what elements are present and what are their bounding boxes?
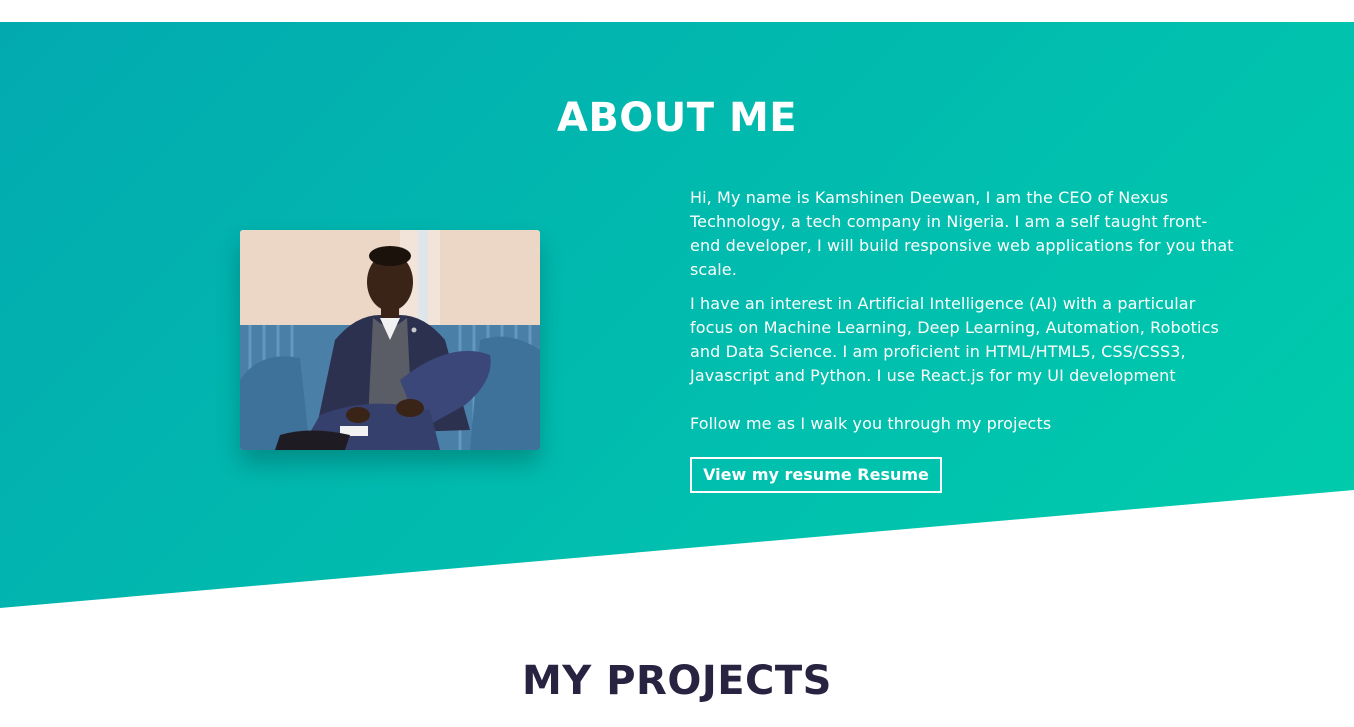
about-title: ABOUT ME [556,95,798,141]
profile-photo [240,230,540,450]
about-paragraph-intro: Hi, My name is Kamshinen Deewan, I am th… [690,188,1234,279]
about-paragraph-interests: I have an interest in Artificial Intelli… [690,294,1219,385]
profile-photo-illustration [240,230,540,450]
view-resume-button[interactable]: View my resume Resume [690,457,942,493]
about-description: Hi, My name is Kamshinen Deewan, I am th… [690,186,1235,446]
about-paragraph-follow: Follow me as I walk you through my proje… [690,414,1052,433]
about-section: ABOUT ME Hi, My name is Kamshinen Deewan… [0,22,1354,608]
projects-title: MY PROJECTS [522,658,832,704]
